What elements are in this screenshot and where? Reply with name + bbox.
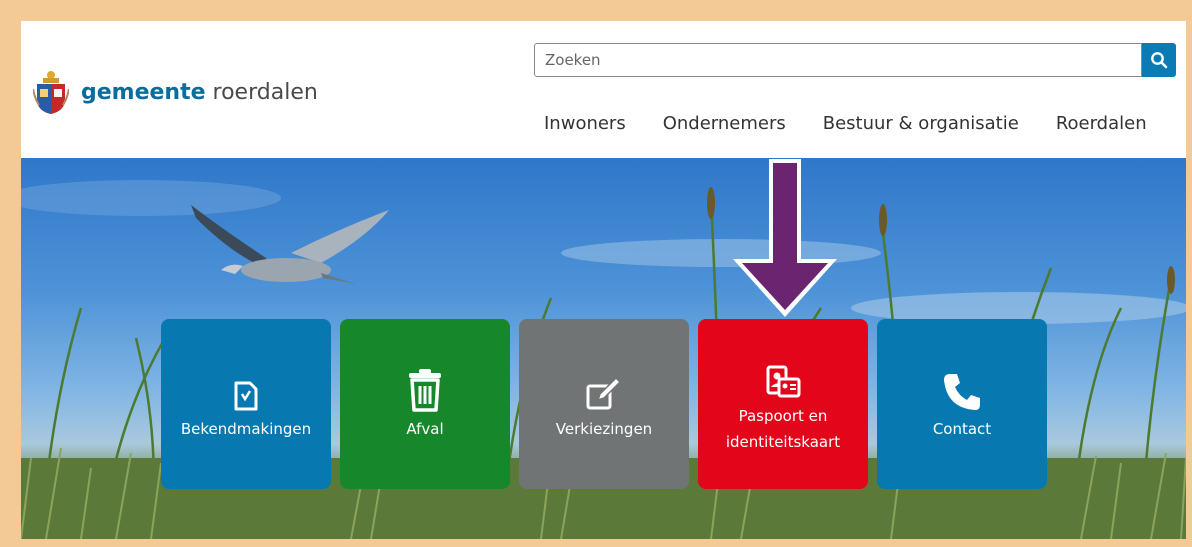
- search-icon: [1151, 52, 1168, 69]
- logo-text-regular: roerdalen: [205, 79, 318, 105]
- search-input[interactable]: [534, 43, 1142, 77]
- tile-label: Paspoort en identiteitskaart: [726, 403, 840, 455]
- tile-label-line2: identiteitskaart: [725, 433, 841, 451]
- logo-text-bold: gemeente: [81, 79, 206, 105]
- tile-bekendmakingen[interactable]: Bekendmakingen: [161, 319, 331, 489]
- tile-afval[interactable]: Afval: [340, 319, 510, 489]
- page-frame: gemeente roerdalen Inwoners Ondernemers …: [21, 21, 1186, 539]
- logo[interactable]: gemeente roerdalen: [33, 69, 318, 115]
- pencil-ballot-icon: [586, 376, 622, 410]
- tile-contact[interactable]: Contact: [877, 319, 1047, 489]
- id-card-icon: [766, 365, 801, 398]
- nav-item-bestuur-organisatie[interactable]: Bestuur & organisatie: [823, 113, 1019, 134]
- quick-links: Bekendmakingen Afval Verkiezingen Paspoo…: [161, 319, 1047, 489]
- tile-verkiezingen[interactable]: Verkiezingen: [519, 319, 689, 489]
- document-check-icon: [234, 381, 258, 411]
- tile-label: Verkiezingen: [555, 420, 653, 438]
- hero-banner: Bekendmakingen Afval Verkiezingen Paspoo…: [21, 158, 1186, 539]
- main-nav: Inwoners Ondernemers Bestuur & organisat…: [544, 113, 1147, 134]
- tile-label: Afval: [406, 420, 444, 438]
- highlight-arrow-icon: [733, 159, 837, 317]
- tile-label: Bekendmakingen: [180, 420, 312, 438]
- nav-item-ondernemers[interactable]: Ondernemers: [663, 113, 786, 134]
- heron-image: [191, 205, 389, 284]
- site-header: gemeente roerdalen Inwoners Ondernemers …: [21, 21, 1186, 158]
- search-bar: [534, 43, 1176, 77]
- trash-icon: [409, 369, 441, 412]
- nav-item-roerdalen[interactable]: Roerdalen: [1056, 113, 1147, 134]
- coat-of-arms-icon: [33, 71, 69, 114]
- tile-label-line1: Paspoort en: [738, 407, 828, 425]
- nav-item-inwoners[interactable]: Inwoners: [544, 113, 626, 134]
- logo-text: gemeente roerdalen: [81, 80, 318, 105]
- tile-paspoort-identiteitskaart[interactable]: Paspoort en identiteitskaart: [698, 319, 868, 489]
- phone-icon: [944, 374, 980, 410]
- tile-label: Contact: [932, 420, 992, 438]
- search-button[interactable]: [1142, 43, 1176, 77]
